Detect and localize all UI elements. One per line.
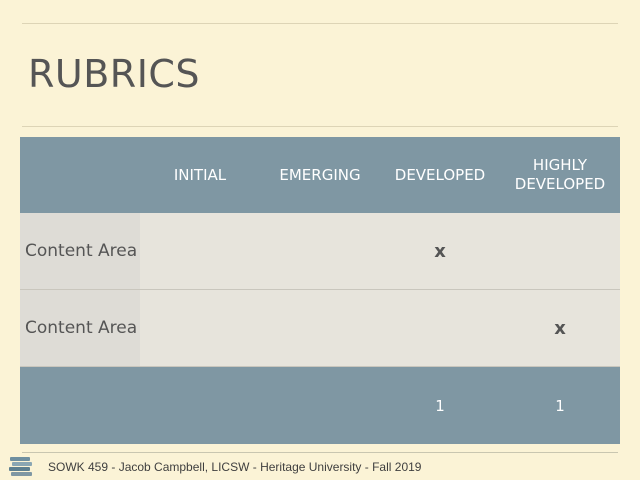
- row-label: Content Area: [20, 290, 140, 367]
- total-cell: 1: [500, 367, 620, 444]
- total-cell: 1: [380, 367, 500, 444]
- slide-title: RUBRICS: [28, 52, 201, 96]
- rating-cell: [260, 290, 380, 367]
- row-label: Content Area: [20, 213, 140, 290]
- books-icon: [9, 457, 32, 476]
- total-cell: [260, 367, 380, 444]
- footer-text: SOWK 459 - Jacob Campbell, LICSW - Herit…: [48, 460, 422, 474]
- total-cell: [20, 367, 140, 444]
- rating-cell: [140, 290, 260, 367]
- rating-cell: x: [500, 290, 620, 367]
- footer-divider: [22, 452, 618, 453]
- rating-cell: [380, 290, 500, 367]
- title-divider: [22, 126, 618, 127]
- header-cell-emerging: EMERGING: [260, 137, 380, 213]
- header-cell-corner: [20, 137, 140, 213]
- rating-cell: [500, 213, 620, 290]
- header-cell-initial: INITIAL: [140, 137, 260, 213]
- rating-cell: x: [380, 213, 500, 290]
- top-divider: [22, 23, 618, 24]
- rating-cell: [140, 213, 260, 290]
- total-cell: [140, 367, 260, 444]
- header-cell-developed: DEVELOPED: [380, 137, 500, 213]
- header-cell-highly-developed: HIGHLY DEVELOPED: [500, 137, 620, 213]
- rubric-table: INITIAL EMERGING DEVELOPED HIGHLY DEVELO…: [20, 137, 620, 444]
- rating-cell: [260, 213, 380, 290]
